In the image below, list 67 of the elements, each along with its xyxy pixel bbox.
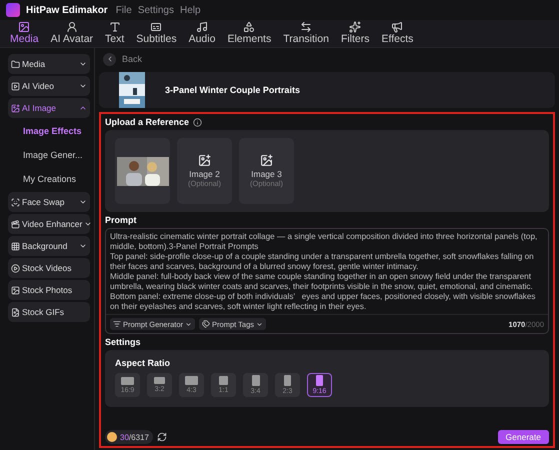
section-title: Settings [105,337,141,347]
sidebar-item[interactable]: AI Image [8,98,90,118]
tool-icon [18,21,30,33]
app-name: HitPaw Edimakor [26,4,108,16]
sidebar-item[interactable]: Background [8,236,90,256]
back-label[interactable]: Back [122,54,142,64]
refresh-icon[interactable] [156,432,167,442]
prompt-text: Ultra-realistic cinematic winter portrait collage — a single vertical composition divided into three horizontal panels (top, middle, bottom).3-Panel Portrait Prompts Top panel: side-profile close-up of a couple standing under a transparent umbrella together, soft snowflakes falling on their faces and scarves, background of a blurred snowy forest, gentle winter intimacy. Middle panel: full-body back view of the same couple standing together in an open snowy field under the transparent umbrella, wearing black winter coats and scarves, their footprints visible in the snow, quiet, emotional, and cinematic. Bottom panel: extreme close-up of both individuals’ eyes and upper faces, positioned closely, with visible snowflakes on their eyelashes and scarves, soft winter light reflecting in their eyes. [106,229,548,315]
toolbar-tab[interactable]: Elements [221,20,278,45]
list-icon [113,320,121,328]
aspect-ratio-title: Aspect Ratio [115,358,170,368]
tool-icon [300,21,312,33]
back-button[interactable] [103,52,116,66]
coin-icon [107,432,117,442]
slot-label: Image 3 [251,169,282,179]
sidebar-subitem[interactable]: Image Effects [8,120,90,142]
category-icon [11,82,20,90]
tool-icon [108,21,121,33]
menu-item[interactable]: Settings [138,4,174,16]
menu-item[interactable]: Help [180,4,201,16]
tool-icon [66,21,78,33]
category-icon [11,286,20,294]
menu-item[interactable]: File [116,4,132,16]
tool-icon [150,21,162,33]
category-icon [11,60,20,68]
section-title: Prompt [105,215,136,225]
generate-button[interactable]: Generate [498,430,549,444]
section-title: Upload a Reference [105,117,190,127]
sidebar-subitem[interactable]: My Creations [8,168,90,190]
category-icon [11,308,20,316]
toolbar-tab[interactable]: Subtitles [130,20,183,45]
category-icon [11,264,20,272]
toolbar-tab[interactable]: Audio [182,20,222,45]
credits-badge: 30/6317 [105,430,153,444]
add-image-icon [260,154,273,167]
template-title: 3-Panel Winter Couple Portraits [165,85,300,95]
category-icon [11,220,20,228]
caret-icon [256,320,263,328]
prompt-field[interactable] [105,228,549,334]
toolbar-tab[interactable]: Text [99,20,130,45]
sidebar-item[interactable]: AI Video [8,76,90,96]
toolbar-tab[interactable]: Transition [277,20,335,45]
sidebar-item[interactable]: Stock Videos [8,258,90,278]
toolbar-tab[interactable]: AI Avatar [44,20,100,45]
toolbar-tab[interactable]: Effects [376,20,420,45]
toolbar-tab[interactable]: Media [4,20,45,45]
add-image-icon [198,154,211,167]
sidebar-item[interactable]: Video Enhancer [8,214,90,234]
category-icon [11,104,20,112]
tool-icon [243,21,256,33]
toolbar-tab[interactable]: Filters [334,20,376,45]
caret-icon [185,320,192,328]
slot-label: Image 2 [189,169,220,179]
category-icon [11,198,20,206]
sidebar-item[interactable]: Stock Photos [8,280,90,300]
sidebar-item[interactable]: Face Swap [8,192,90,212]
tool-icon [391,21,404,33]
app-logo [6,3,20,17]
sidebar-subitem[interactable]: Image Gener... [8,144,90,166]
tag-icon [202,320,210,328]
tool-icon [349,21,362,33]
image-slot[interactable] [115,138,170,204]
sidebar-item[interactable]: Media [8,54,90,74]
info-icon [193,118,202,126]
sidebar-item[interactable]: Stock GIFs [8,302,90,322]
tool-icon [196,21,208,33]
category-icon [11,242,20,250]
